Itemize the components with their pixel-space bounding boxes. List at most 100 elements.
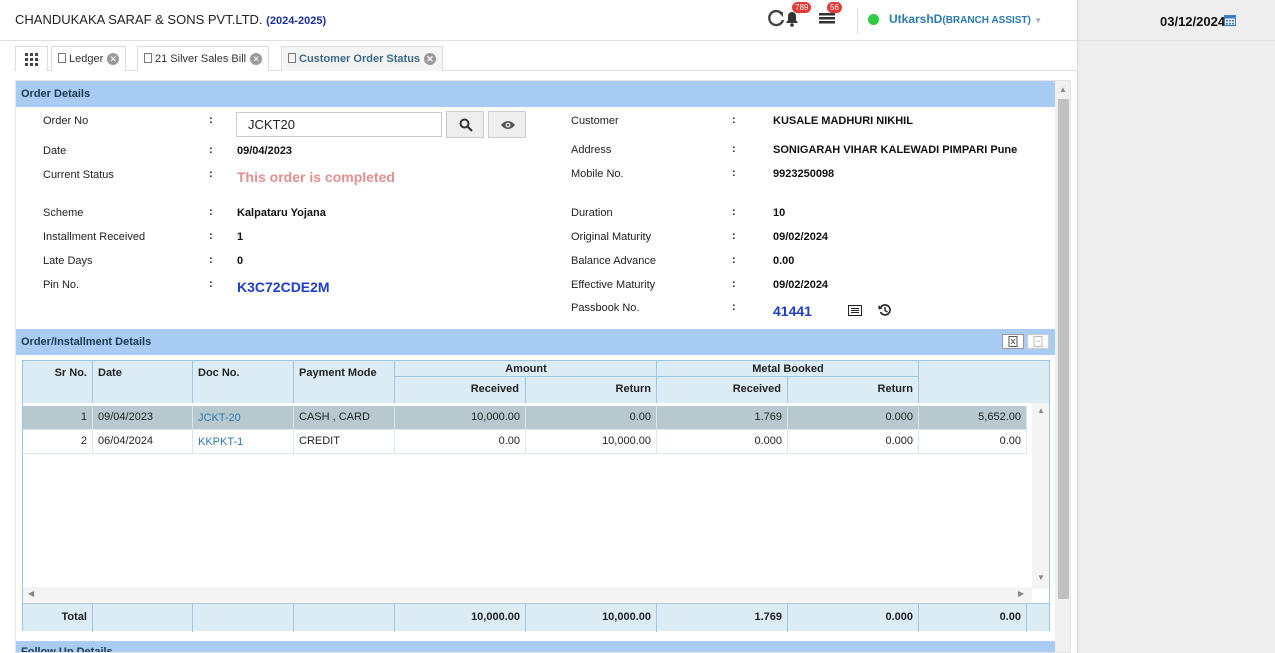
chevron-down-icon: ▼ [1034, 16, 1043, 25]
passbook-label: Passbook No. [571, 302, 640, 314]
bell-icon[interactable]: 789 [782, 2, 812, 30]
grid-vertical-scrollbar[interactable]: ▲ ▼ [1032, 403, 1049, 589]
table-row[interactable]: 2 06/04/2024 KKPKT-1 CREDIT 0.00 10,000.… [23, 430, 1027, 455]
tab-label: Ledger [69, 53, 104, 65]
search-icon [459, 118, 473, 132]
search-button[interactable] [446, 111, 484, 138]
tab-customer-order-status[interactable]: Customer Order Status ✕ [281, 46, 444, 71]
header-metal-received: Received [732, 383, 781, 395]
tasks-icon[interactable]: 56 [817, 2, 842, 30]
date-bar: 03/12/2024 [1078, 0, 1275, 41]
document-icon [58, 53, 66, 64]
header-amount-received: Received [470, 383, 519, 395]
close-icon[interactable]: ✕ [107, 53, 120, 66]
header-payment-mode: Payment Mode [294, 361, 395, 403]
colon: : [732, 254, 736, 266]
installment-details-header: Order/Installment Details [16, 329, 1055, 355]
excel-icon [1008, 336, 1018, 347]
order-details-header: Order Details [16, 81, 1055, 107]
doc-link[interactable]: KKPKT-1 [193, 431, 294, 455]
close-icon[interactable]: ✕ [424, 53, 437, 66]
main-vertical-scrollbar[interactable]: ▲ [1055, 81, 1070, 652]
colon: : [732, 206, 736, 218]
colon: : [209, 114, 213, 126]
document-icon [288, 53, 296, 64]
customer-value: KUSALE MADHURI NIKHIL [773, 115, 913, 127]
colon: : [209, 278, 213, 290]
colon: : [209, 254, 213, 266]
notifications-badge: 789 [792, 2, 812, 13]
total-extra: 0.00 [919, 604, 1027, 632]
company-title: CHANDUKAKA SARAF & SONS PVT.LTD. [15, 12, 263, 27]
export-pdf-button[interactable] [1027, 334, 1049, 349]
late-days-value: 0 [237, 255, 244, 267]
installment-received-value: 1 [237, 231, 244, 243]
document-icon [144, 53, 152, 64]
header-extra [919, 361, 1049, 403]
right-panel: 03/12/2024 [1077, 0, 1275, 653]
effective-maturity-value: 09/02/2024 [773, 279, 829, 291]
company-name: CHANDUKAKA SARAF & SONS PVT.LTD. (2024-2… [15, 12, 326, 27]
top-header: CHANDUKAKA SARAF & SONS PVT.LTD. (2024-2… [0, 0, 1077, 41]
colon: : [732, 143, 736, 155]
table-row[interactable]: 1 09/04/2023 JCKT-20 CASH , CARD 10,000.… [23, 406, 1027, 431]
scroll-up-icon[interactable]: ▲ [1037, 406, 1045, 415]
total-metal-received: 1.769 [657, 604, 788, 632]
history-icon[interactable] [878, 303, 892, 320]
grid-horizontal-scrollbar[interactable]: ◀ ▶ [23, 587, 1032, 602]
calendar-icon[interactable] [1224, 14, 1236, 29]
colon: : [732, 301, 736, 313]
colon: : [732, 167, 736, 179]
installment-grid: Sr No. Date Doc No. Payment Mode Amount … [22, 360, 1050, 632]
apps-grid-button[interactable] [15, 46, 48, 71]
view-button[interactable] [488, 111, 526, 138]
current-status-value: This order is completed [237, 169, 395, 185]
user-menu[interactable]: UtkarshD(BRANCH ASSIST) ▼ [889, 12, 1042, 26]
colon: : [209, 230, 213, 242]
scheme-label: Scheme [43, 207, 84, 219]
header-divider [857, 8, 858, 34]
original-maturity-value: 09/02/2024 [773, 231, 829, 243]
header-sr-no: Sr No. [23, 361, 93, 403]
tab-bar: Ledger ✕ 21 Silver Sales Bill ✕ Customer O… [15, 46, 1077, 71]
header-date: Date [93, 361, 193, 403]
pin-no-label: Pin No. [43, 279, 80, 291]
scroll-down-icon[interactable]: ▼ [1037, 573, 1045, 582]
total-metal-return: 0.000 [788, 604, 919, 632]
scrollbar-thumb[interactable] [1058, 99, 1069, 599]
close-icon[interactable]: ✕ [250, 53, 263, 66]
colon: : [732, 230, 736, 242]
pin-no-value: K3C72CDE2M [237, 279, 330, 295]
address-value: SONIGARAH VIHAR KALEWADI PIMPARI Pune [773, 144, 1018, 156]
export-excel-button[interactable] [1002, 334, 1024, 349]
scroll-left-icon[interactable]: ◀ [28, 589, 34, 598]
scheme-value: Kalpataru Yojana [237, 207, 326, 219]
tab-label: 21 Silver Sales Bill [155, 53, 247, 65]
total-amount-received: 10,000.00 [395, 604, 526, 632]
user-name: UtkarshD [889, 12, 943, 26]
balance-advance-label: Balance Advance [571, 255, 657, 267]
order-no-input[interactable] [236, 112, 442, 137]
scroll-up-icon[interactable]: ▲ [1059, 85, 1067, 94]
balance-advance-value: 0.00 [773, 255, 795, 267]
tab-silver-sales-bill[interactable]: 21 Silver Sales Bill ✕ [137, 46, 270, 71]
total-amount-return: 10,000.00 [526, 604, 657, 632]
doc-link[interactable]: JCKT-20 [193, 407, 294, 431]
colon: : [209, 144, 213, 156]
passbook-value: 41441 [773, 303, 812, 319]
colon: : [732, 278, 736, 290]
scroll-right-icon[interactable]: ▶ [1018, 589, 1024, 598]
original-maturity-label: Original Maturity [571, 231, 652, 243]
passbook-list-icon[interactable] [848, 305, 862, 319]
tab-ledger[interactable]: Ledger ✕ [51, 46, 127, 71]
tasks-badge: 56 [827, 2, 842, 13]
order-date-value: 09/04/2023 [237, 145, 293, 157]
effective-maturity-label: Effective Maturity [571, 279, 656, 291]
installment-received-label: Installment Received [43, 231, 146, 243]
duration-value: 10 [773, 207, 786, 219]
colon: : [209, 206, 213, 218]
mobile-label: Mobile No. [571, 168, 624, 180]
total-row: Total 10,000.00 10,000.00 1.769 0.000 0.… [23, 603, 1049, 632]
mobile-value: 9923250098 [773, 168, 835, 180]
header-metal-return: Return [877, 383, 913, 395]
